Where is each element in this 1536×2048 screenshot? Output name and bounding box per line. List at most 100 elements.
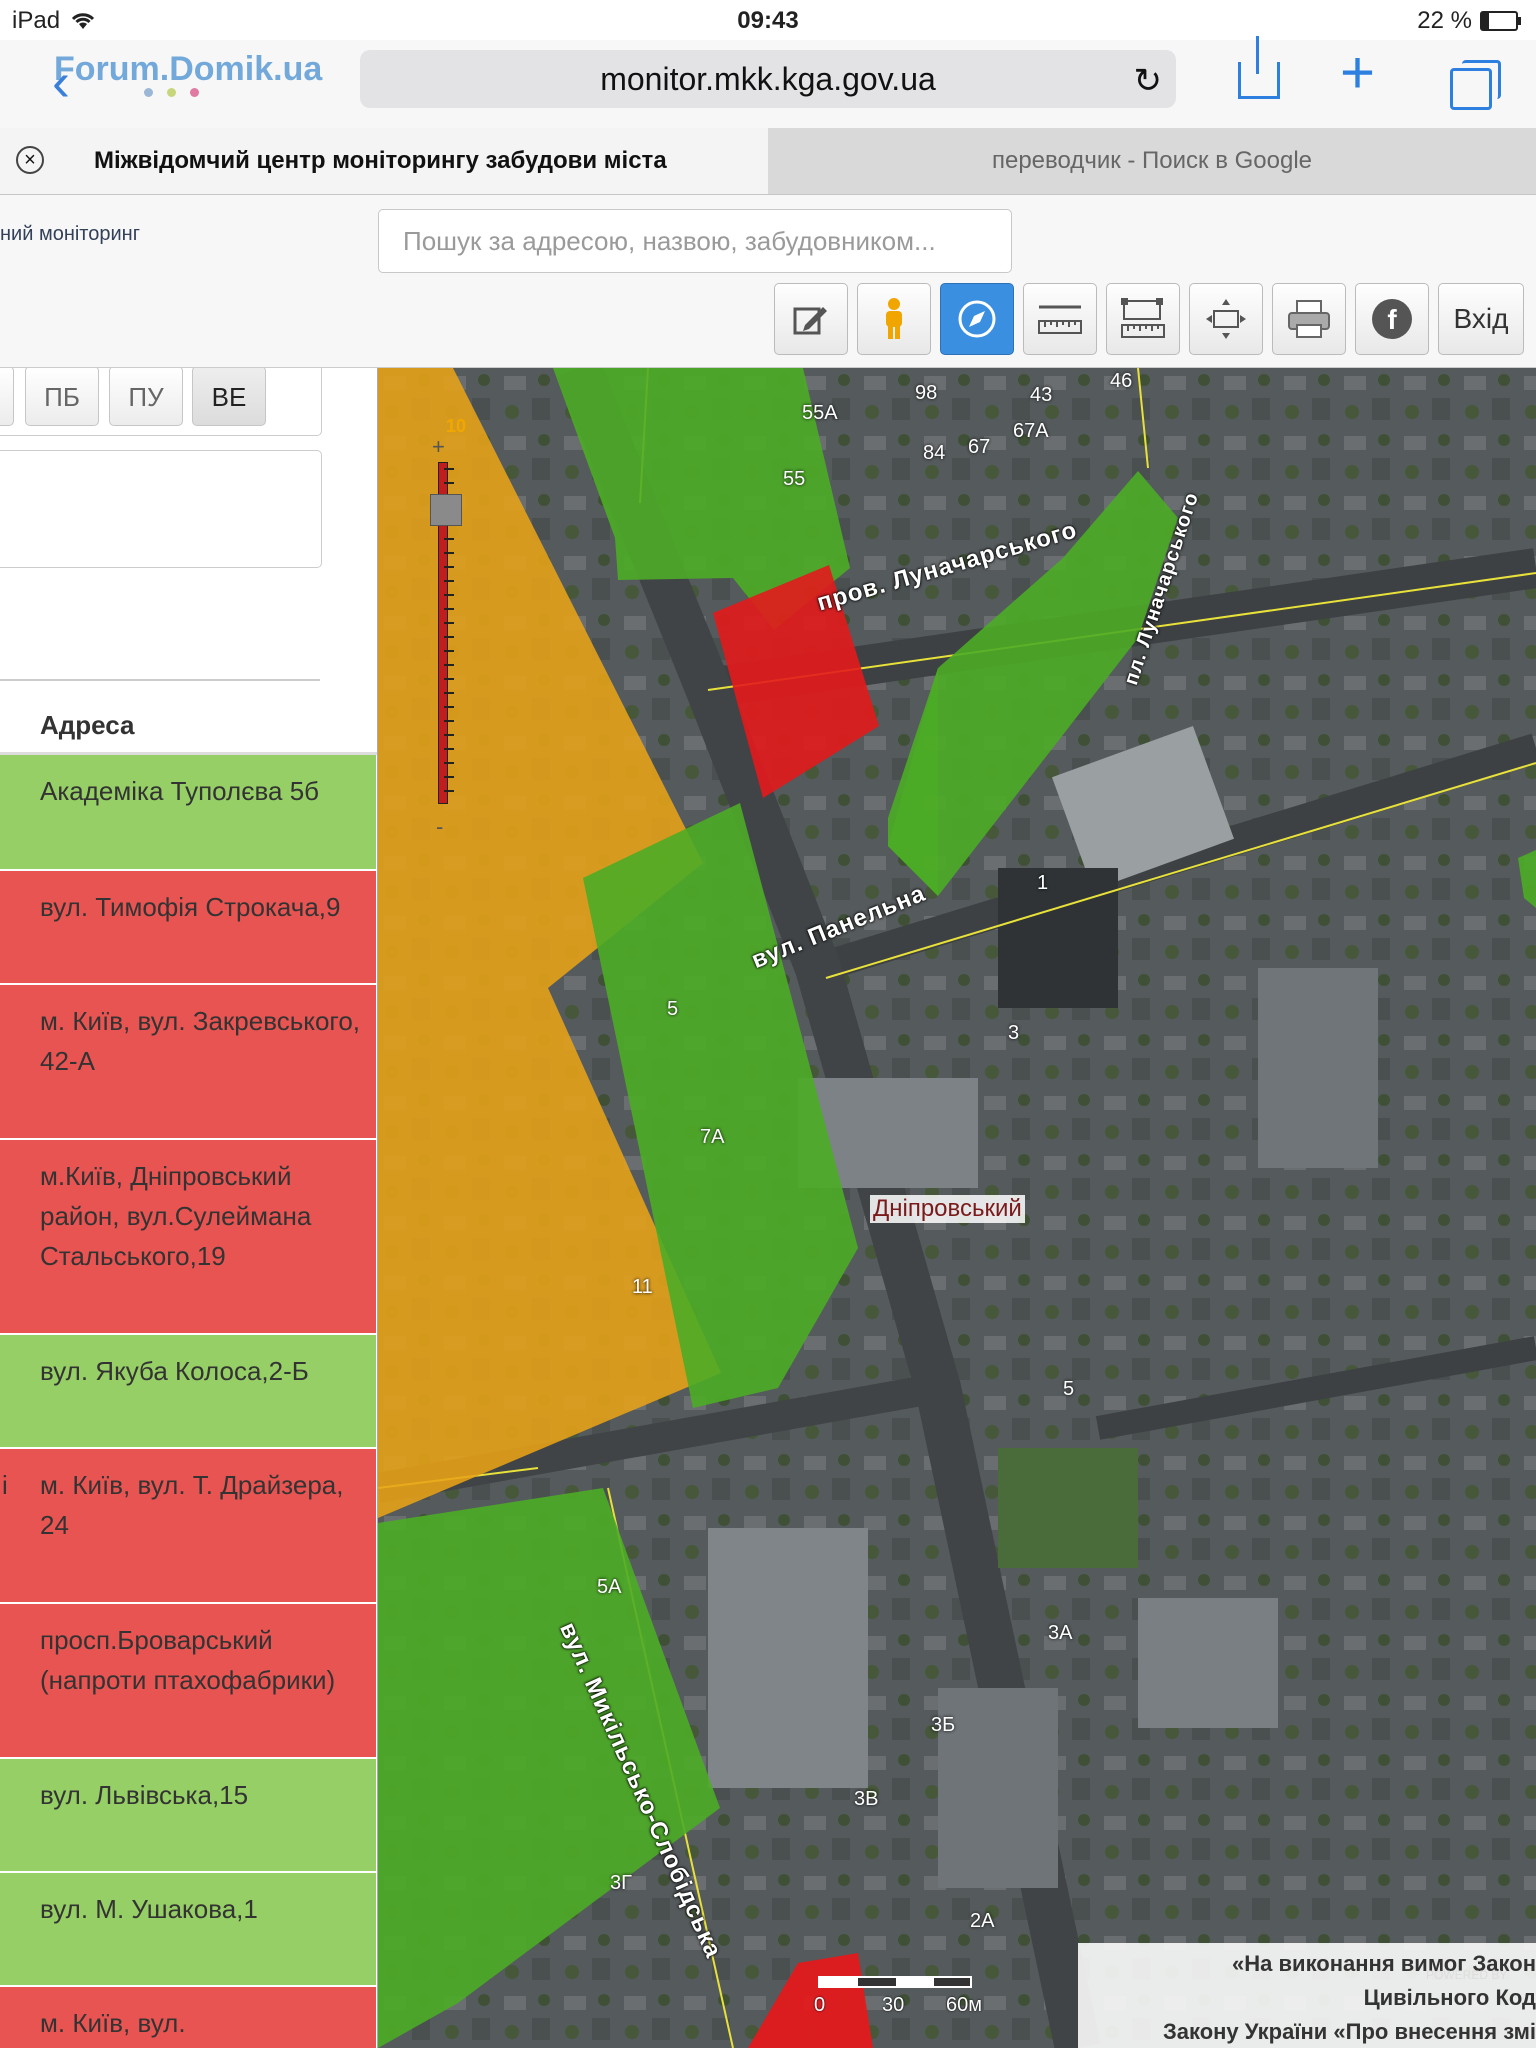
back-icon[interactable]: ‹	[52, 54, 70, 110]
facebook-icon[interactable]: f	[1355, 283, 1429, 355]
app-header: ний моніторинг f Вхід	[0, 195, 1536, 368]
address-text: вул. Тимофія Строкача,9	[40, 892, 341, 922]
map-view[interactable]: 10 + - пров. Луначарського пл. Луначарсь…	[378, 368, 1536, 2048]
address-text: просп.Броварський (напроти птахофабрики)	[40, 1625, 336, 1695]
filter-button-hidden[interactable]	[0, 368, 14, 426]
address-list: Академіка Туполєва 5б вул. Тимофія Строка…	[0, 755, 377, 2048]
street-view-icon[interactable]	[857, 283, 931, 355]
zoom-handle[interactable]	[430, 494, 462, 526]
building-number: 98	[915, 382, 938, 404]
zoom-tick	[444, 566, 454, 568]
building-number: 5	[667, 998, 679, 1020]
zoom-tick	[444, 776, 454, 778]
scale-label: 0	[814, 1994, 826, 2016]
building-number: 55	[783, 468, 806, 490]
building-number: 2А	[970, 1910, 995, 1932]
building-number: 3В	[854, 1788, 879, 1810]
address-text: вул. Якуба Колоса,2-Б	[40, 1356, 309, 1386]
building-number: 3А	[1048, 1622, 1073, 1644]
filter-button-pu[interactable]: ПУ	[109, 368, 183, 426]
reload-icon[interactable]: ↻	[1134, 52, 1163, 110]
address-text: м. Київ, вул.	[40, 2008, 186, 2038]
list-item[interactable]: вул. Львівська,15	[0, 1759, 376, 1873]
compass-icon[interactable]	[940, 283, 1014, 355]
zoom-tick	[444, 636, 454, 638]
building-number: 5А	[597, 1576, 622, 1598]
list-item[interactable]: вул. Тимофія Строкача,9	[0, 871, 376, 985]
list-item[interactable]: м. Київ, вул. Закревського, 42-А	[0, 985, 376, 1140]
tab-label: Міжвідомчий центр моніторингу забудови м…	[94, 147, 667, 174]
browser-toolbar: Forum.Domik.ua ‹ monitor.mkk.kga.gov.ua …	[0, 36, 1536, 128]
share-icon[interactable]	[1238, 36, 1280, 99]
zoom-tick	[444, 664, 454, 666]
list-item[interactable]: м.Київ, Дніпровський район, вул.Сулейман…	[0, 1140, 376, 1335]
zoom-slider[interactable]: 10 + -	[430, 416, 466, 839]
zoom-in-button[interactable]: +	[432, 434, 445, 460]
divider	[0, 679, 320, 681]
login-button[interactable]: Вхід	[1438, 283, 1524, 355]
address-text: Академіка Туполєва 5б	[40, 776, 320, 806]
site-name: ний моніторинг	[0, 223, 140, 245]
zoom-tick	[444, 748, 454, 750]
zoom-tick	[444, 734, 454, 736]
powered-by: POWERED BY	[1426, 1968, 1508, 1982]
list-item[interactable]: просп.Броварський (напроти птахофабрики)	[0, 1604, 376, 1759]
battery-percent: 22 %	[1417, 7, 1472, 34]
building-number: 3	[1008, 1022, 1020, 1044]
filter-textarea[interactable]	[0, 450, 322, 568]
add-bookmark-icon[interactable]: +	[1340, 43, 1375, 103]
list-item[interactable]: і м. Київ, вул. Т. Драйзера, 24	[0, 1449, 376, 1604]
search-input[interactable]	[378, 209, 1012, 273]
address-text: м. Київ, вул. Т. Драйзера, 24	[40, 1470, 344, 1540]
zoom-tick	[444, 762, 454, 764]
tabs-icon[interactable]	[1450, 60, 1501, 110]
building-number: 84	[923, 442, 946, 464]
building-number: 55А	[802, 402, 838, 424]
ruler-icon[interactable]	[1023, 283, 1097, 355]
filter-button-pb[interactable]: ПБ	[25, 368, 99, 426]
extent-icon[interactable]	[1189, 283, 1263, 355]
edit-icon[interactable]	[774, 283, 848, 355]
tab-active[interactable]: × Міжвідомчий центр моніторингу забудови…	[0, 128, 768, 194]
list-item[interactable]: Академіка Туполєва 5б	[0, 755, 376, 871]
zoom-tick	[444, 650, 454, 652]
address-text: вул. М. Ушакова,1	[40, 1894, 258, 1924]
measure-area-icon[interactable]	[1106, 283, 1180, 355]
zoom-tick	[444, 482, 454, 484]
tab-bar: × Міжвідомчий центр моніторингу забудови…	[0, 128, 1536, 195]
url-bar[interactable]: monitor.mkk.kga.gov.ua ↻	[360, 50, 1176, 108]
list-item[interactable]: вул. М. Ушакова,1	[0, 1873, 376, 1987]
building-number: 46	[1110, 370, 1133, 392]
row-edge-text: і	[2, 1470, 8, 1500]
building-number: 43	[1030, 384, 1053, 406]
print-icon[interactable]	[1272, 283, 1346, 355]
close-tab-icon[interactable]: ×	[16, 146, 44, 174]
map-toolbar: f Вхід	[774, 283, 1524, 355]
scale-label: 60м	[946, 1994, 982, 2016]
zoom-tick	[444, 538, 454, 540]
zoom-tick	[444, 608, 454, 610]
zoom-tick	[444, 692, 454, 694]
svg-text:f: f	[1387, 304, 1397, 335]
zoom-tick	[444, 622, 454, 624]
zoom-tick	[444, 594, 454, 596]
filter-button-ve[interactable]: ВЕ	[192, 368, 266, 426]
battery-icon	[1480, 11, 1521, 31]
zoom-out-button[interactable]: -	[436, 814, 443, 840]
zoom-level: 10	[446, 416, 467, 436]
scale-label: 30	[882, 1994, 905, 2016]
building-number: 7А	[700, 1126, 725, 1148]
watermark: Forum.Domik.ua	[54, 50, 323, 88]
list-item[interactable]: вул. Якуба Колоса,2-Б	[0, 1335, 376, 1449]
legal-notice: «На виконання вимог Закон Цивільного Код…	[1078, 1943, 1536, 2048]
zoom-tick	[444, 468, 454, 470]
zoom-tick	[444, 552, 454, 554]
list-item[interactable]: м. Київ, вул.	[0, 1987, 376, 2048]
tab-inactive[interactable]: переводчик - Поиск в Google	[768, 128, 1536, 194]
address-column-header[interactable]: Адреса	[0, 700, 377, 755]
building-number: 67А	[1013, 420, 1049, 442]
watermark-dots	[144, 88, 199, 97]
zoom-tick	[444, 678, 454, 680]
building-number: 1	[1037, 872, 1049, 894]
address-text: м.Київ, Дніпровський район, вул.Сулейман…	[40, 1161, 312, 1271]
